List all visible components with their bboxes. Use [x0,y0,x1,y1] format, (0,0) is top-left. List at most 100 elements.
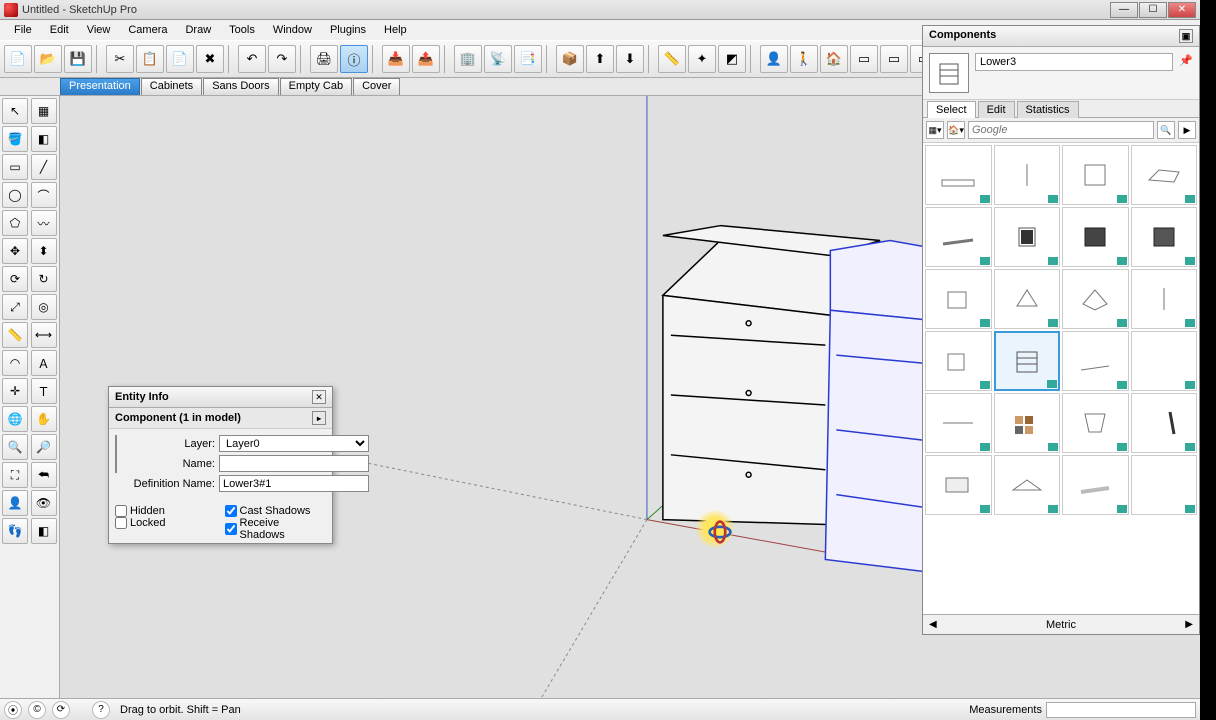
components-menu-icon[interactable]: ▣ [1179,29,1193,43]
component-item[interactable] [1062,331,1129,391]
download-icon[interactable]: ⬇ [616,45,644,73]
scene-tab-cabinets[interactable]: Cabinets [141,78,202,95]
rectangle-tool-icon[interactable]: ▭ [2,154,28,180]
import-icon[interactable]: 📥 [382,45,410,73]
paint-tool-icon[interactable]: 🪣 [2,126,28,152]
position-camera-icon[interactable]: 👤 [760,45,788,73]
walk-icon[interactable]: 🚶 [790,45,818,73]
component-item[interactable] [1131,207,1198,267]
dimension-tool-icon[interactable]: ⟷ [31,322,57,348]
circle-tool-icon[interactable]: ◯ [2,182,28,208]
copy-icon[interactable]: 📋 [136,45,164,73]
nav-forward-icon[interactable]: ▶ [1178,121,1196,139]
upload-icon[interactable]: ⬆ [586,45,614,73]
offset-tool-icon[interactable]: ◎ [31,294,57,320]
3dtext-tool-icon[interactable]: Ｔ [31,378,57,404]
component-item[interactable] [925,331,992,391]
component-item[interactable] [1131,393,1198,453]
component-item-selected[interactable] [994,331,1061,391]
layer-select[interactable]: Layer0 [219,435,369,452]
model-info-icon[interactable]: ⓘ [340,45,368,73]
look-icon[interactable]: 🏠 [820,45,848,73]
freehand-tool-icon[interactable]: 〰 [31,210,57,236]
scene-tab-presentation[interactable]: Presentation [60,78,140,95]
entity-thumbnail[interactable] [115,435,117,473]
component-item[interactable] [994,207,1061,267]
look-around-icon[interactable]: 👁 [31,490,57,516]
line-tool-icon[interactable]: ╱ [31,154,57,180]
make-group-icon[interactable]: ▦ [31,98,57,124]
save-icon[interactable]: 💾 [64,45,92,73]
component-item[interactable] [1131,145,1198,205]
in-model-icon[interactable]: 🏠▾ [947,121,965,139]
print-icon[interactable]: 🖨 [310,45,338,73]
paste-icon[interactable]: 📄 [166,45,194,73]
component-collection-label[interactable]: Metric [1046,619,1076,631]
component-item[interactable] [1062,269,1129,329]
menu-draw[interactable]: Draw [177,22,219,38]
share-icon[interactable]: 📡 [484,45,512,73]
component-item[interactable] [1062,145,1129,205]
minimize-button[interactable]: — [1110,2,1138,18]
component-pin-icon[interactable]: 📌 [1179,53,1193,67]
nav-back-icon[interactable]: ◀ [925,619,941,630]
component-name-field[interactable]: Lower3 [975,53,1173,71]
scene-tab-sansdoors[interactable]: Sans Doors [203,78,278,95]
component-item[interactable] [1062,207,1129,267]
pushpull-tool-icon[interactable]: ⬍ [31,238,57,264]
position-cam-icon[interactable]: 👤 [2,490,28,516]
component-tab-statistics[interactable]: Statistics [1017,101,1079,118]
undo-icon[interactable]: ↶ [238,45,266,73]
component-tab-select[interactable]: Select [927,101,976,118]
entity-info-titlebar[interactable]: Entity Info ✕ [109,387,332,408]
sync-status-icon[interactable]: ⟳ [52,701,70,719]
menu-tools[interactable]: Tools [221,22,263,38]
component-item[interactable] [1131,455,1198,515]
close-button[interactable]: ✕ [1168,2,1196,18]
maximize-button[interactable]: ☐ [1139,2,1167,18]
component-item[interactable] [994,455,1061,515]
export-icon[interactable]: 📤 [412,45,440,73]
pan-tool-icon[interactable]: ✋ [31,406,57,432]
menu-file[interactable]: File [6,22,40,38]
scene-tab-emptycab[interactable]: Empty Cab [280,78,352,95]
component-item[interactable] [925,455,992,515]
component-item[interactable] [925,393,992,453]
nav-fwd-icon[interactable]: ▶ [1181,619,1197,630]
new-file-icon[interactable]: 📄 [4,45,32,73]
open-file-icon[interactable]: 📂 [34,45,62,73]
make-component-icon[interactable]: 📦 [556,45,584,73]
warehouse-icon[interactable]: 🏢 [454,45,482,73]
menu-edit[interactable]: Edit [42,22,77,38]
zoomextents-tool-icon[interactable]: ⛶ [2,462,28,488]
redo-icon[interactable]: ↷ [268,45,296,73]
style1-icon[interactable]: ▭ [850,45,878,73]
component-item[interactable] [1062,455,1129,515]
scale-tool-icon[interactable]: ⤢ [2,294,28,320]
component-item[interactable] [1131,269,1198,329]
geo-status-icon[interactable]: ⦿ [4,701,22,719]
followme-tool-icon[interactable]: ↻ [31,266,57,292]
components-titlebar[interactable]: Components ▣ [923,26,1199,47]
name-input[interactable] [219,455,369,472]
cast-shadows-checkbox[interactable]: Cast Shadows [225,505,327,517]
orbit-tool-icon[interactable]: 🌐 [2,406,28,432]
component-item[interactable] [1062,393,1129,453]
definition-input[interactable] [219,475,369,492]
locked-checkbox[interactable]: Locked [115,517,217,529]
move-tool-icon[interactable]: ✥ [2,238,28,264]
select-tool-icon[interactable]: ↖ [2,98,28,124]
menu-plugins[interactable]: Plugins [322,22,374,38]
eraser-tool-icon[interactable]: ◧ [31,126,57,152]
measurements-input[interactable] [1046,702,1196,718]
menu-camera[interactable]: Camera [120,22,175,38]
help-status-icon[interactable]: ? [92,701,110,719]
credits-status-icon[interactable]: © [28,701,46,719]
components-panel[interactable]: Components ▣ Lower3 📌 Select Edit Statis… [922,25,1200,635]
component-item[interactable] [925,145,992,205]
hidden-checkbox[interactable]: Hidden [115,505,217,517]
component-item[interactable] [925,207,992,267]
view-mode-icon[interactable]: ▦▾ [926,121,944,139]
measure-icon[interactable]: 📏 [658,45,686,73]
component-tab-edit[interactable]: Edit [978,101,1015,118]
